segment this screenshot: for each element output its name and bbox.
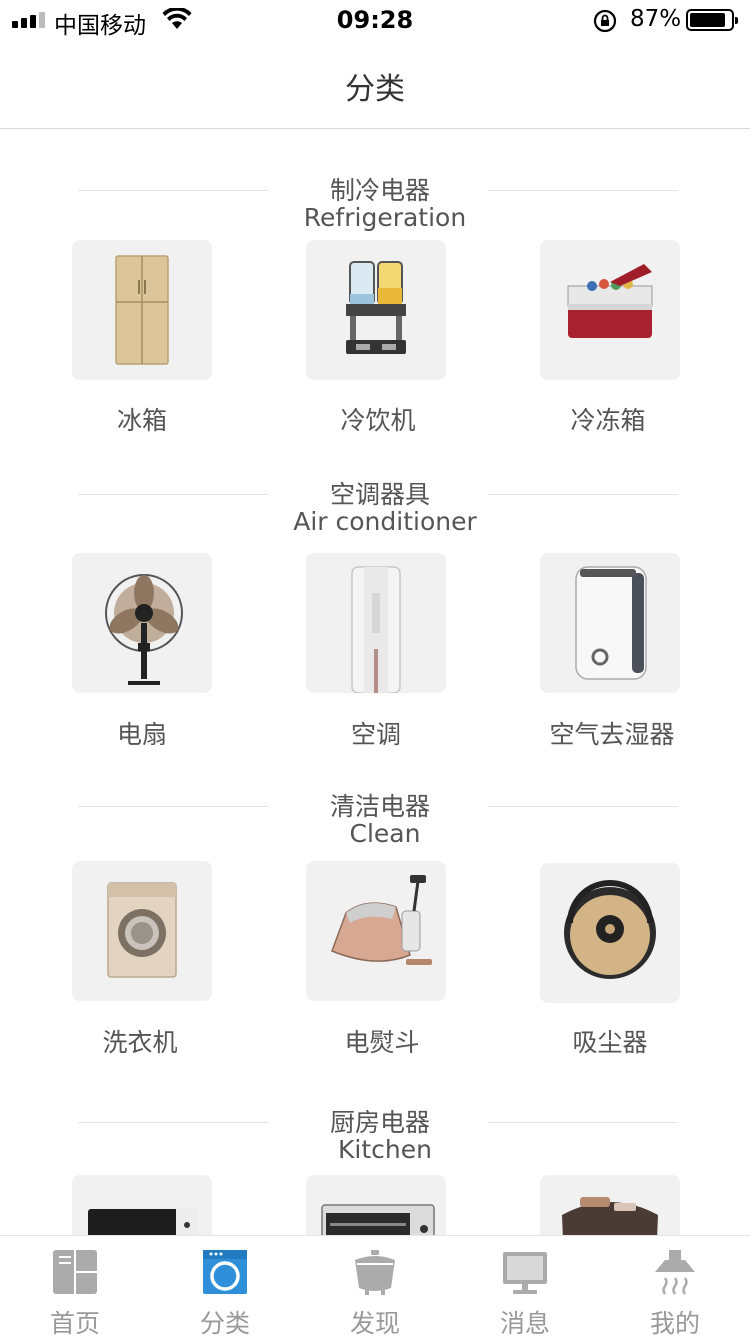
section-header: 制冷电器 Refrigeration [0, 149, 750, 232]
category-tile-robot-vacuum[interactable] [540, 863, 680, 1003]
section-title-cn: 制冷电器 [329, 176, 430, 205]
tab-bar: 首页 分类 发现 消息 我的 [0, 1235, 750, 1338]
home-fridge-icon [53, 1250, 97, 1294]
section-header: 清洁电器 Clean [0, 765, 750, 848]
section-header: 空调器具 Air conditioner [0, 453, 750, 536]
rice-cooker-icon [562, 1197, 658, 1235]
page-title: 分类 [345, 72, 405, 107]
category-label[interactable]: 洗衣机 [20, 1023, 260, 1059]
category-label[interactable]: 吸尘器 [490, 1023, 730, 1059]
category-tile-cooler-box[interactable] [540, 240, 680, 380]
message-monitor-icon [503, 1252, 547, 1294]
category-tile-washing-machine[interactable] [72, 861, 212, 1001]
section-title-en: Kitchen [338, 1135, 432, 1164]
category-tile-garment-steamer[interactable] [306, 861, 446, 1001]
tab-label: 分类 [199, 1309, 250, 1338]
category-tile-microwave[interactable] [72, 1175, 212, 1235]
category-label[interactable]: 冷冻箱 [488, 401, 728, 437]
category-label[interactable]: 电扇 [22, 715, 262, 751]
tab-label: 发现 [349, 1309, 400, 1338]
category-tile-dehumidifier[interactable] [540, 553, 680, 693]
tab-label: 首页 [49, 1309, 100, 1338]
electric-fan-icon [105, 574, 183, 685]
garment-steamer-icon [331, 875, 432, 965]
section-title-cn: 厨房电器 [329, 1108, 430, 1137]
section-title-en: Clean [349, 819, 421, 848]
category-tile-air-conditioner[interactable] [306, 553, 446, 693]
microwave-icon [88, 1209, 198, 1235]
battery-percent: 87% [630, 6, 682, 32]
washing-machine-icon [107, 882, 177, 978]
status-bar: 中国移动 09:28 87% [0, 0, 750, 40]
section-title-en: Refrigeration [303, 203, 467, 232]
category-tile-rice-cooker[interactable] [540, 1175, 680, 1235]
navigation-bar: 分类 [0, 40, 750, 129]
category-label[interactable]: 空调 [256, 715, 496, 751]
category-label[interactable]: 冰箱 [22, 401, 262, 437]
category-tile-oven[interactable] [306, 1175, 446, 1235]
category-tile-refrigerator[interactable] [72, 240, 212, 380]
discover-cooker-icon [355, 1250, 395, 1295]
tab-label: 我的 [649, 1309, 700, 1338]
section-header: 厨房电器 Kitchen [0, 1081, 750, 1164]
section-title-cn: 空调器具 [329, 480, 430, 509]
tab-label: 消息 [499, 1309, 550, 1338]
category-label[interactable]: 电熨斗 [262, 1023, 502, 1059]
cooler-box-icon [567, 264, 653, 338]
oven-icon [321, 1204, 435, 1235]
tab-home[interactable]: 首页 [0, 1236, 150, 1338]
rotation-lock-icon [593, 9, 617, 33]
category-label[interactable]: 冷饮机 [258, 401, 498, 437]
robot-vacuum-icon [564, 880, 656, 979]
tab-messages[interactable]: 消息 [450, 1236, 600, 1338]
refrigerator-icon [115, 255, 169, 365]
category-list[interactable]: 制冷电器 Refrigeration 冰箱 冷饮机 冷冻箱 空调器具 Air c… [0, 129, 750, 1235]
category-tile-electric-fan[interactable] [72, 553, 212, 693]
tab-discover[interactable]: 发现 [300, 1236, 450, 1338]
battery-icon [686, 9, 738, 31]
section-title-en: Air conditioner [293, 507, 477, 536]
drink-dispenser-icon [346, 261, 406, 354]
tab-profile[interactable]: 我的 [600, 1236, 750, 1338]
category-washer-icon [203, 1250, 247, 1294]
category-label[interactable]: 空气去湿器 [492, 715, 732, 751]
dehumidifier-icon [575, 566, 647, 680]
air-conditioner-icon [351, 566, 401, 693]
section-title-cn: 清洁电器 [329, 792, 430, 821]
tab-category[interactable]: 分类 [150, 1236, 300, 1338]
profile-hood-icon [655, 1250, 695, 1295]
category-tile-drink-dispenser[interactable] [306, 240, 446, 380]
